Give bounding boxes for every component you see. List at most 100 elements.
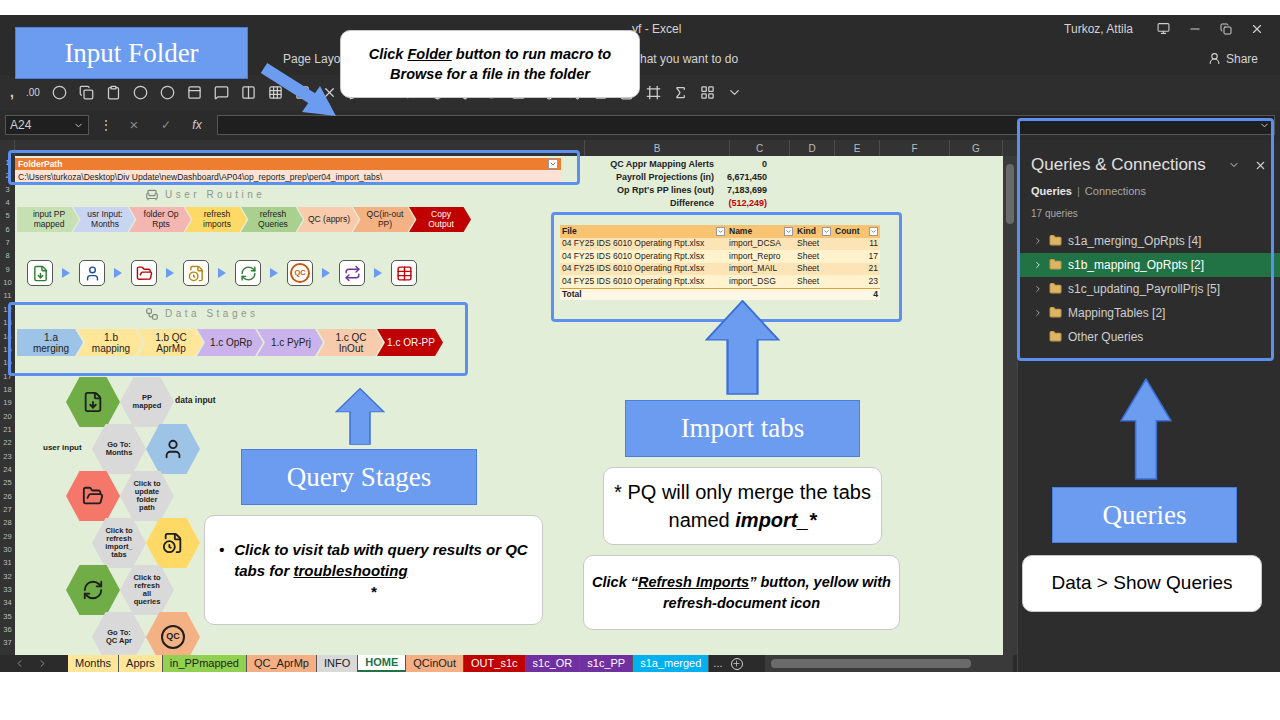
- toolbar-icon[interactable]: [700, 85, 715, 100]
- row-header[interactable]: 22: [0, 436, 15, 449]
- toolbar-icon[interactable]: [673, 85, 688, 100]
- expand-icon[interactable]: [1033, 284, 1043, 294]
- hex-button[interactable]: QC: [146, 612, 200, 655]
- row-header[interactable]: 27: [0, 503, 15, 516]
- hex-button[interactable]: [66, 471, 120, 521]
- pane-tab[interactable]: Connections: [1085, 183, 1146, 200]
- toolbar-icon[interactable]: [241, 85, 256, 100]
- expand-icon[interactable]: [1033, 236, 1043, 246]
- stage-chevron[interactable]: 1.c QC InOut: [317, 329, 383, 356]
- sheet-tab[interactable]: Months: [68, 655, 119, 672]
- hex-button[interactable]: [146, 518, 200, 568]
- row-header[interactable]: 17: [0, 370, 15, 383]
- hex-button[interactable]: PP mapped: [120, 377, 174, 427]
- decimal-button[interactable]: .00: [26, 85, 40, 100]
- close-icon[interactable]: [1250, 22, 1264, 36]
- row-header[interactable]: 13: [0, 316, 15, 329]
- expand-icon[interactable]: [1033, 260, 1043, 270]
- routine-button[interactable]: QC: [287, 260, 313, 286]
- query-group[interactable]: Other Queries: [1018, 325, 1280, 349]
- routine-button[interactable]: [79, 260, 105, 286]
- row-header[interactable]: 9: [0, 263, 15, 276]
- row-header[interactable]: 34: [0, 596, 15, 609]
- expand-icon[interactable]: [1033, 308, 1043, 318]
- stage-chevron[interactable]: 1.c OpRp: [197, 329, 263, 356]
- routine-button[interactable]: [27, 260, 53, 286]
- toolbar-icon[interactable]: [187, 85, 202, 100]
- sheet-tab[interactable]: HOME: [358, 655, 406, 672]
- table-row[interactable]: 04 FY25 IDS 6010 Operating Rpt.xlsximpor…: [560, 238, 880, 251]
- add-sheet-button[interactable]: [731, 658, 743, 670]
- folder-path-value[interactable]: C:\Users\turkoza\Desktop\Div Update\newD…: [15, 170, 561, 184]
- cancel-button[interactable]: ×: [123, 114, 145, 137]
- row-header[interactable]: 36: [0, 623, 15, 636]
- row-header[interactable]: 30: [0, 543, 15, 556]
- stage-chevron[interactable]: 1.c PyPrj: [257, 329, 323, 356]
- row-header[interactable]: 16: [0, 356, 15, 369]
- row-header[interactable]: 24: [0, 463, 15, 476]
- row-header[interactable]: 1: [0, 156, 15, 169]
- toolbar-icon[interactable]: [79, 85, 94, 100]
- row-header[interactable]: 20: [0, 410, 15, 423]
- stage-chevron[interactable]: refresh Queries: [241, 207, 303, 232]
- row-header[interactable]: 4: [0, 196, 15, 209]
- column-header[interactable]: D: [790, 140, 835, 156]
- query-group[interactable]: s1a_merging_OpRpts [4]: [1018, 229, 1280, 253]
- row-header[interactable]: 31: [0, 556, 15, 569]
- stage-chevron[interactable]: 1.c OR-PP: [377, 329, 443, 356]
- scroll-right-icon[interactable]: [37, 658, 48, 669]
- row-header[interactable]: 25: [0, 476, 15, 489]
- vertical-scrollbar[interactable]: [1003, 156, 1017, 655]
- stage-chevron[interactable]: 1.b mapping: [77, 329, 143, 356]
- row-header[interactable]: 33: [0, 583, 15, 596]
- sheet-tab[interactable]: QCinOut: [406, 655, 464, 672]
- sheet-tab[interactable]: s1a_merged: [633, 655, 709, 672]
- toolbar-icon[interactable]: [106, 85, 121, 100]
- more-tabs[interactable]: ...: [709, 655, 726, 672]
- stage-chevron[interactable]: input PP mapped: [17, 207, 79, 232]
- sheet-tab[interactable]: in_PPmapped: [163, 655, 247, 672]
- routine-button[interactable]: [131, 260, 157, 286]
- hex-button[interactable]: Click to update folder path: [120, 471, 174, 521]
- stage-chevron[interactable]: usr Input: Months: [73, 207, 135, 232]
- row-header[interactable]: 8: [0, 249, 15, 262]
- filter-button[interactable]: [784, 227, 793, 236]
- column-header[interactable]: F: [880, 140, 950, 156]
- row-header[interactable]: 15: [0, 343, 15, 356]
- routine-button[interactable]: [339, 260, 365, 286]
- comma-style-button[interactable]: ,: [10, 82, 14, 103]
- table-row[interactable]: 04 FY25 IDS 6010 Operating Rpt.xlsximpor…: [560, 250, 880, 263]
- stage-chevron[interactable]: refresh imports: [185, 207, 247, 232]
- sheet-tab[interactable]: Apprs: [119, 655, 163, 672]
- toolbar-icon[interactable]: [214, 85, 229, 100]
- row-header[interactable]: 12: [0, 303, 15, 316]
- hex-button[interactable]: Go To: QC Apr: [92, 612, 146, 655]
- column-header[interactable]: [15, 140, 585, 156]
- column-header[interactable]: C: [730, 140, 790, 156]
- minimize-icon[interactable]: [1188, 22, 1202, 36]
- row-header[interactable]: 28: [0, 516, 15, 529]
- restore-icon[interactable]: [1220, 23, 1232, 35]
- toolbar-icon[interactable]: [133, 85, 148, 100]
- column-header[interactable]: G: [950, 140, 1003, 156]
- sheet-tab[interactable]: s1c_PP: [580, 655, 633, 672]
- table-row[interactable]: 04 FY25 IDS 6010 Operating Rpt.xlsximpor…: [560, 263, 880, 276]
- toolbar-icon[interactable]: [52, 85, 67, 100]
- stage-chevron[interactable]: 1.b QC AprMp: [137, 329, 203, 356]
- row-header[interactable]: 35: [0, 610, 15, 623]
- ribbon-display-icon[interactable]: [1157, 22, 1170, 35]
- toolbar-icon[interactable]: [268, 85, 283, 100]
- hex-button[interactable]: Click to refresh import_ tabs: [92, 518, 146, 568]
- column-header[interactable]: E: [835, 140, 880, 156]
- row-header[interactable]: 29: [0, 530, 15, 543]
- pane-tab[interactable]: Queries: [1031, 183, 1072, 200]
- row-header[interactable]: 2: [0, 169, 15, 182]
- hex-button[interactable]: [66, 565, 120, 615]
- row-header[interactable]: 37: [0, 636, 15, 649]
- row-header[interactable]: 14: [0, 329, 15, 342]
- query-group[interactable]: MappingTables [2]: [1018, 301, 1280, 325]
- row-header[interactable]: 11: [0, 289, 15, 302]
- filter-button[interactable]: [822, 227, 831, 236]
- pane-options-icon[interactable]: [1228, 159, 1240, 171]
- row-header[interactable]: 5: [0, 209, 15, 222]
